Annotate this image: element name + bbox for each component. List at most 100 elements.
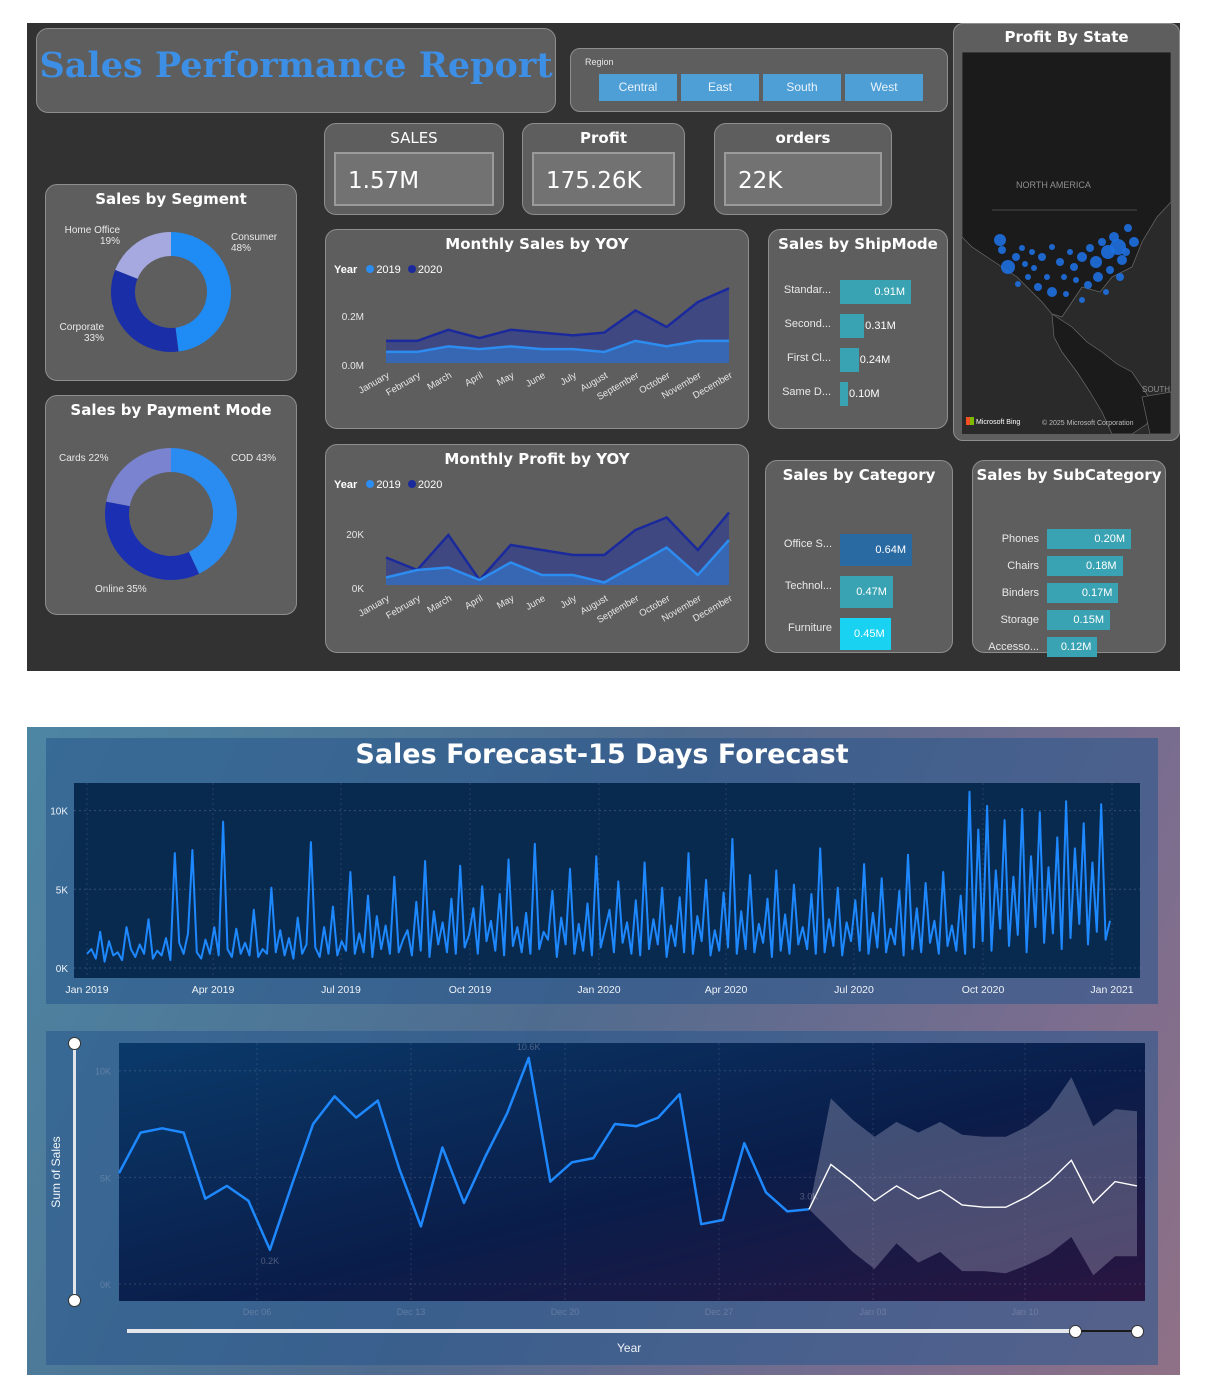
state-profit-bubble[interactable]	[1038, 253, 1046, 261]
subcategory-label: Binders	[1001, 587, 1039, 599]
state-profit-bubble[interactable]	[1103, 289, 1109, 295]
segment-donut	[110, 232, 232, 352]
state-profit-bubble[interactable]	[1067, 249, 1073, 255]
monthly-profit-area-chart: 20K0KJanuaryFebruary March April May June Jul…	[346, 511, 735, 626]
monthly-sales-card: Monthly Sales by YOY Year 2019 2020 0.2M…	[325, 229, 749, 429]
profit-by-state-map[interactable]	[962, 52, 1171, 434]
state-profit-bubble[interactable]	[1061, 274, 1067, 280]
state-profit-bubble[interactable]	[1122, 248, 1130, 256]
subcategory-label: Chairs	[1007, 560, 1039, 572]
category-value: 0.47M	[856, 586, 887, 598]
segment-slice-2[interactable]	[115, 232, 171, 279]
state-profit-bubble[interactable]	[1056, 258, 1064, 266]
max-value-annotation: 10.6K	[517, 1042, 541, 1052]
state-profit-bubble[interactable]	[1124, 224, 1132, 232]
monthly-profit-month-label: February	[384, 593, 423, 622]
bottom-faint-xtick: Dec 27	[705, 1307, 734, 1317]
payment-donut-card: Sales by Payment Mode Cards 22% COD 43% …	[45, 395, 297, 615]
state-profit-bubble[interactable]	[1086, 244, 1094, 252]
payment-slice-2[interactable]	[106, 448, 171, 507]
state-profit-bubble[interactable]	[1015, 281, 1021, 287]
y-range-slider-handle-bottom[interactable]	[68, 1294, 81, 1307]
region-option-east[interactable]: East	[681, 74, 759, 101]
region-option-central[interactable]: Central	[599, 74, 677, 101]
monthly-sales-area-chart: 0.2M0.0MJanuaryFebruary March April May June…	[342, 287, 735, 403]
state-profit-bubble[interactable]	[1025, 274, 1031, 280]
report-title-card: Sales Performance Report	[36, 28, 556, 113]
payment-label-cod: COD 43%	[231, 453, 277, 464]
shipmode-title: Sales by ShipMode	[778, 235, 938, 253]
region-option-west[interactable]: West	[845, 74, 923, 101]
forecast-dashboard: Sales Forecast-15 Days Forecast 10K 5K 0K J…	[27, 727, 1180, 1375]
shipmode-bar[interactable]	[840, 314, 865, 338]
state-profit-bubble[interactable]	[1001, 260, 1015, 274]
category-label: Office S...	[783, 538, 832, 550]
min-value-annotation: 0.2K	[261, 1256, 280, 1266]
x-range-slider-track[interactable]	[127, 1329, 1075, 1333]
kpi-profit-card: Profit 175.26K	[522, 123, 685, 215]
monthly-sales-month-label: February	[384, 370, 423, 399]
kpi-sales-value: 1.57M	[334, 152, 494, 206]
bing-logo: Microsoft Bing	[966, 417, 1020, 426]
shipmode-value: 0.10M	[849, 388, 880, 400]
shipmode-value: 0.24M	[859, 354, 891, 366]
monthly-sales-ytick: 0.0M	[342, 361, 364, 372]
report-title: Sales Performance Report	[39, 45, 553, 86]
x-range-slider-track-extension	[1075, 1330, 1137, 1332]
segment-slice-1[interactable]	[110, 269, 179, 352]
state-profit-bubble[interactable]	[1116, 273, 1124, 281]
monthly-profit-month-label: June	[524, 593, 547, 613]
monthly-profit-month-label: May	[495, 593, 516, 612]
state-profit-bubble[interactable]	[1090, 256, 1102, 268]
shipmode-bar[interactable]	[840, 348, 859, 372]
category-label: Technol...	[784, 580, 832, 592]
category-title: Sales by Category	[782, 466, 936, 484]
y-range-slider-track[interactable]	[73, 1043, 76, 1301]
monthly-profit-month-label: July	[558, 593, 578, 611]
state-profit-bubble[interactable]	[1106, 266, 1114, 274]
bottom-faint-ytick: 5K	[100, 1173, 111, 1183]
state-profit-bubble[interactable]	[1034, 283, 1042, 291]
state-profit-bubble[interactable]	[1098, 238, 1106, 246]
state-profit-bubble[interactable]	[1019, 245, 1025, 251]
shipmode-label: Same D...	[782, 386, 831, 398]
state-profit-bubble[interactable]	[1117, 255, 1127, 265]
subcategory-title: Sales by SubCategory	[976, 466, 1162, 484]
state-profit-bubble[interactable]	[1084, 281, 1092, 289]
payment-slice-1[interactable]	[105, 501, 200, 580]
state-profit-bubble[interactable]	[998, 246, 1006, 254]
last-value-annotation: 3.0K	[800, 1191, 819, 1201]
state-profit-bubble[interactable]	[994, 234, 1006, 246]
state-profit-bubble[interactable]	[1031, 265, 1037, 271]
state-profit-bubble[interactable]	[1063, 291, 1069, 297]
segment-slice-0[interactable]	[171, 232, 232, 352]
state-profit-bubble[interactable]	[1022, 261, 1028, 267]
state-profit-bubble[interactable]	[1079, 297, 1085, 303]
monthly-sales-ytick: 0.2M	[342, 312, 364, 323]
shipmode-value: 0.31M	[865, 320, 896, 332]
region-option-south[interactable]: South	[763, 74, 841, 101]
map-region-label: NORTH AMERICA	[1016, 180, 1091, 190]
state-profit-bubble[interactable]	[1029, 249, 1035, 255]
subcategory-value: 0.18M	[1086, 560, 1117, 572]
monthly-profit-card: Monthly Profit by YOY Year 2019 2020 20K…	[325, 444, 749, 653]
y-range-slider-handle-top[interactable]	[68, 1037, 81, 1050]
state-profit-bubble[interactable]	[1047, 287, 1057, 297]
monthly-sales-month-label: April	[463, 370, 485, 389]
region-slicer-label: Region	[585, 57, 614, 67]
state-profit-bubble[interactable]	[1077, 252, 1087, 262]
shipmode-card: Sales by ShipMode Standar... 0.91M Second.…	[768, 229, 948, 429]
state-profit-bubble[interactable]	[1093, 272, 1103, 282]
state-profit-bubble[interactable]	[1073, 277, 1079, 283]
state-profit-bubble[interactable]	[1049, 244, 1055, 250]
state-profit-bubble[interactable]	[1070, 263, 1078, 271]
bottom-faint-ytick: 10K	[95, 1067, 111, 1077]
monthly-sales-month-label: May	[495, 370, 516, 389]
state-profit-bubble[interactable]	[1129, 237, 1139, 247]
state-profit-bubble[interactable]	[1012, 253, 1020, 261]
x-range-slider-handle-right[interactable]	[1131, 1325, 1144, 1338]
x-range-slider-handle-left[interactable]	[1069, 1325, 1082, 1338]
kpi-sales-title: SALES	[390, 129, 438, 147]
state-profit-bubble[interactable]	[1044, 274, 1050, 280]
shipmode-bar[interactable]	[840, 382, 848, 406]
